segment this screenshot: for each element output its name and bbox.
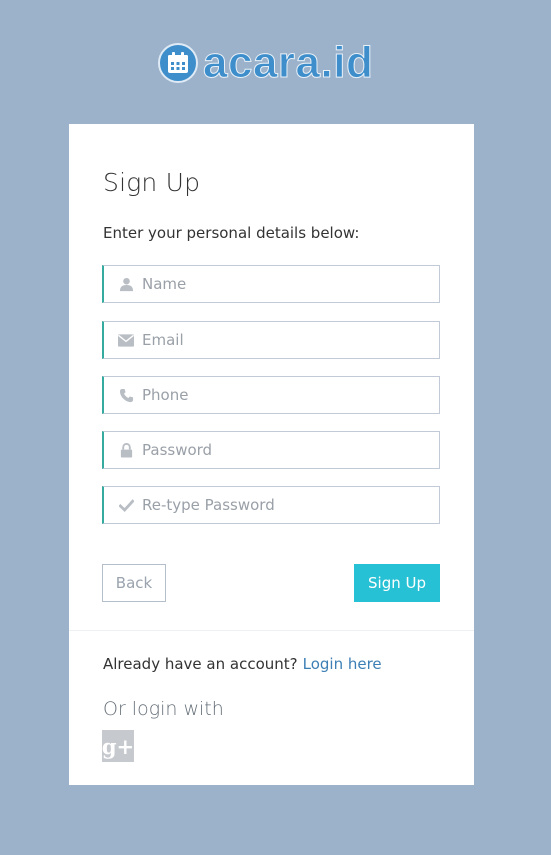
password-input[interactable] bbox=[142, 441, 422, 459]
google-plus-button[interactable]: g+ bbox=[102, 730, 134, 762]
phone-input[interactable] bbox=[142, 386, 422, 404]
retype-password-input[interactable] bbox=[142, 496, 422, 514]
email-input[interactable] bbox=[142, 331, 422, 349]
envelope-icon bbox=[118, 332, 134, 348]
phone-field[interactable] bbox=[102, 376, 440, 414]
password-field[interactable] bbox=[102, 431, 440, 469]
email-field[interactable] bbox=[102, 321, 440, 359]
phone-icon bbox=[118, 387, 134, 403]
or-login-with-label: Or login with bbox=[103, 698, 224, 720]
retype-password-field[interactable] bbox=[102, 486, 440, 524]
signup-card: Sign Up Enter your personal details belo… bbox=[69, 124, 474, 785]
name-input[interactable] bbox=[142, 275, 422, 293]
brand-logo[interactable]: acara.id bbox=[158, 38, 373, 88]
form-subtitle: Enter your personal details below: bbox=[103, 224, 360, 242]
page-title: Sign Up bbox=[103, 168, 201, 197]
google-plus-icon: g+ bbox=[101, 733, 135, 759]
divider bbox=[69, 630, 474, 631]
calendar-icon bbox=[158, 43, 198, 83]
lock-icon bbox=[118, 442, 134, 458]
login-prompt: Already have an account? Login here bbox=[103, 655, 382, 673]
login-link[interactable]: Login here bbox=[303, 655, 382, 673]
check-icon bbox=[118, 497, 134, 513]
user-icon bbox=[118, 276, 134, 292]
name-field[interactable] bbox=[102, 265, 440, 303]
account-prompt-text: Already have an account? bbox=[103, 655, 298, 673]
brand-name: acara.id bbox=[202, 38, 374, 87]
back-button[interactable]: Back bbox=[102, 564, 166, 602]
signup-button[interactable]: Sign Up bbox=[354, 564, 440, 602]
